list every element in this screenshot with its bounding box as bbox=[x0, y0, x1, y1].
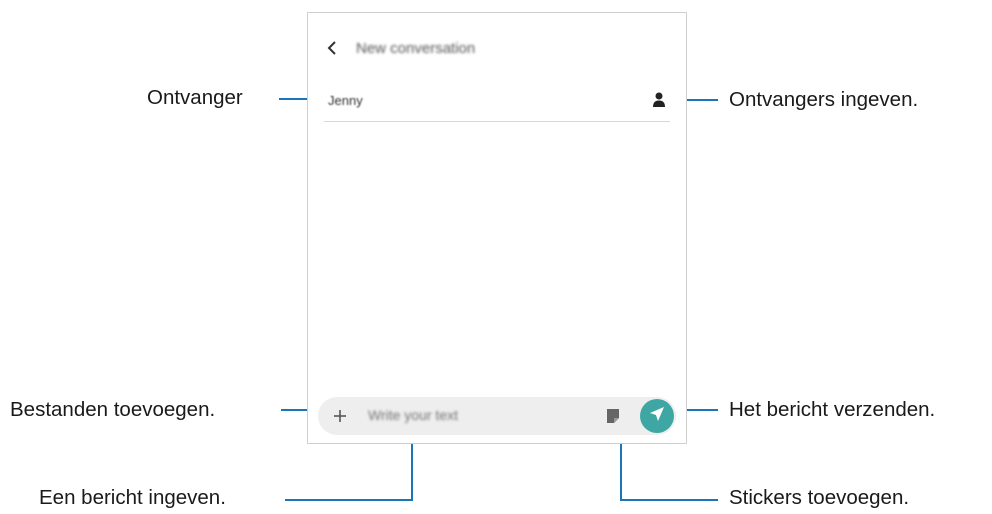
recipient-value: Jenny bbox=[328, 93, 363, 108]
sticker-icon[interactable] bbox=[606, 408, 620, 424]
phone-screen: New conversation Jenny bbox=[307, 12, 687, 444]
callout-add-stickers: Stickers toevoegen. bbox=[729, 486, 910, 509]
add-icon[interactable] bbox=[332, 408, 348, 424]
callout-add-files: Bestanden toevoegen. bbox=[10, 398, 216, 421]
callout-send-message: Het bericht verzenden. bbox=[729, 398, 936, 421]
header: New conversation bbox=[324, 33, 475, 63]
message-input[interactable] bbox=[366, 406, 570, 424]
send-button[interactable] bbox=[640, 399, 674, 433]
callout-recipient: Ontvanger bbox=[147, 86, 243, 109]
callout-enter-message: Een bericht ingeven. bbox=[39, 486, 226, 509]
callout-add-recipients: Ontvangers ingeven. bbox=[729, 88, 919, 111]
recipient-field[interactable]: Jenny bbox=[324, 87, 670, 122]
screen-title: New conversation bbox=[356, 39, 476, 57]
contact-icon[interactable] bbox=[652, 91, 666, 109]
back-arrow-icon[interactable] bbox=[324, 38, 340, 58]
compose-bar bbox=[318, 397, 676, 435]
send-icon bbox=[648, 405, 666, 427]
